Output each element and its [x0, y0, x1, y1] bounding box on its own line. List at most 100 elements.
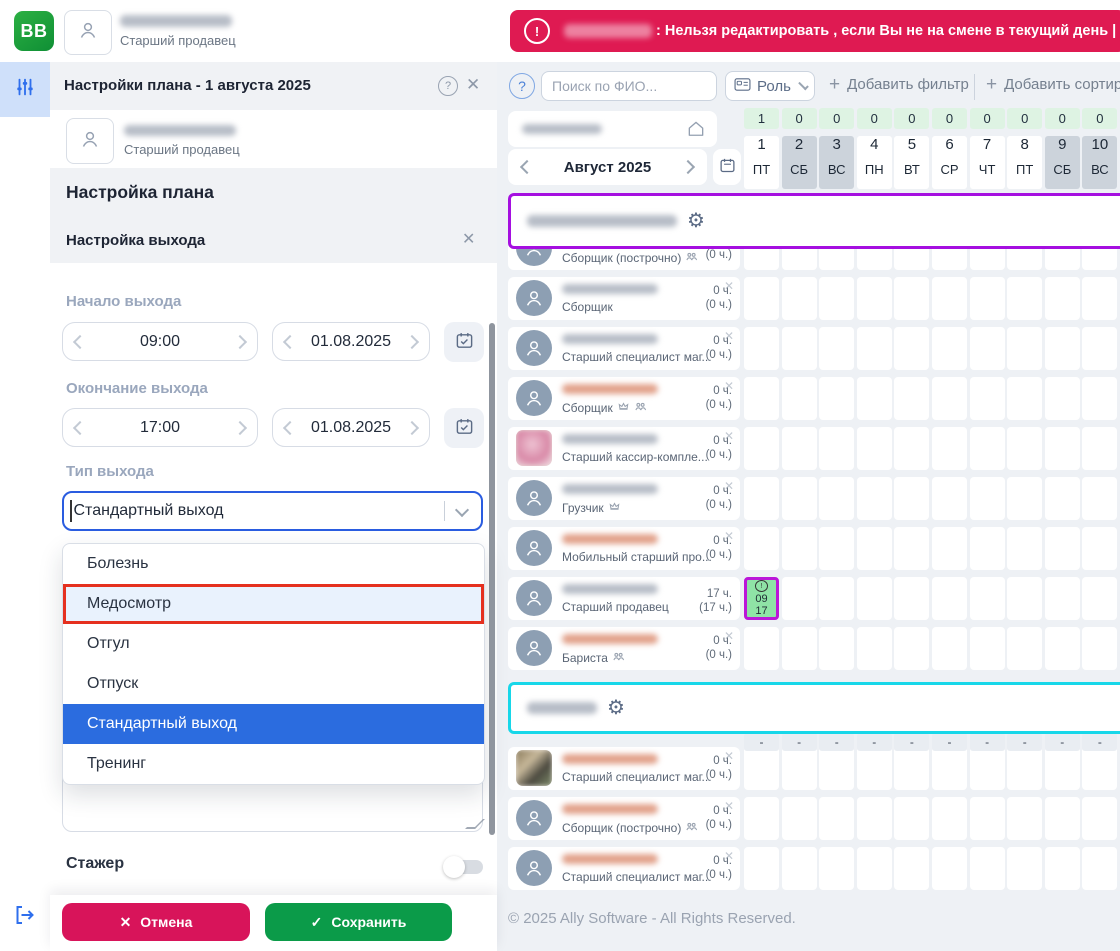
schedule-cell[interactable]: [1007, 747, 1042, 790]
schedule-cell[interactable]: [782, 527, 817, 570]
end-calendar-button[interactable]: [444, 408, 484, 448]
close-shift-section-icon[interactable]: ✕: [462, 229, 475, 249]
schedule-cell[interactable]: [857, 327, 892, 370]
schedule-cell[interactable]: [782, 427, 817, 470]
schedule-cell[interactable]: [744, 327, 779, 370]
schedule-cell[interactable]: [932, 427, 967, 470]
schedule-cell[interactable]: [970, 847, 1005, 890]
schedule-cell[interactable]: [819, 277, 854, 320]
schedule-cell[interactable]: [744, 427, 779, 470]
schedule-cell[interactable]: [970, 277, 1005, 320]
schedule-cell[interactable]: [970, 747, 1005, 790]
schedule-cell[interactable]: [970, 527, 1005, 570]
panel-scrollbar[interactable]: [489, 323, 495, 835]
gear-icon[interactable]: ⚙: [687, 211, 705, 231]
schedule-cell[interactable]: [782, 477, 817, 520]
employee-row[interactable]: Сборщик ✕ 0 ч. (0 ч.): [508, 277, 740, 320]
schedule-cell[interactable]: [1007, 427, 1042, 470]
month-navigator[interactable]: Август 2025: [508, 149, 707, 185]
end-time-value[interactable]: 17:00: [140, 419, 180, 437]
dropdown-item[interactable]: Медосмотр: [63, 584, 484, 624]
month-calendar-button[interactable]: [713, 149, 741, 185]
schedule-cell[interactable]: [857, 377, 892, 420]
schedule-cell[interactable]: [782, 327, 817, 370]
schedule-cell[interactable]: [857, 577, 892, 620]
schedule-cell[interactable]: [1045, 277, 1080, 320]
employee-row[interactable]: Сборщик (построчно) ✕ 0 ч. (0 ч.): [508, 797, 740, 840]
schedule-cell[interactable]: [819, 427, 854, 470]
home-icon[interactable]: [686, 119, 706, 144]
dropdown-item[interactable]: Отпуск: [63, 664, 484, 704]
start-date-stepper[interactable]: 01.08.2025: [272, 322, 430, 361]
schedule-cell[interactable]: [894, 627, 929, 670]
close-icon[interactable]: ✕: [466, 75, 480, 95]
employee-row[interactable]: Старший кассир-компле... ✕ 0 ч. (0 ч.): [508, 427, 740, 470]
schedule-cell[interactable]: [782, 847, 817, 890]
schedule-cell[interactable]: [1045, 797, 1080, 840]
schedule-cell[interactable]: [1007, 477, 1042, 520]
schedule-cell[interactable]: [1082, 377, 1117, 420]
start-time-value[interactable]: 09:00: [140, 333, 180, 351]
schedule-cell[interactable]: [857, 627, 892, 670]
schedule-cell[interactable]: [1045, 747, 1080, 790]
schedule-cell[interactable]: [932, 747, 967, 790]
shift-type-select[interactable]: Стандартный выход: [62, 491, 483, 531]
schedule-cell[interactable]: [1007, 577, 1042, 620]
schedule-cell[interactable]: [1045, 327, 1080, 370]
dropdown-item[interactable]: Болезнь: [63, 544, 484, 584]
chevron-right-icon[interactable]: [233, 420, 247, 434]
add-sort-button[interactable]: + Добавить сортировку: [986, 76, 1120, 93]
schedule-cell[interactable]: [894, 327, 929, 370]
cancel-button[interactable]: ✕ Отмена: [62, 903, 250, 941]
schedule-cell[interactable]: [932, 627, 967, 670]
schedule-cell[interactable]: [744, 627, 779, 670]
schedule-cell[interactable]: [1007, 847, 1042, 890]
employee-row[interactable]: Мобильный старший про... ✕ 0 ч. (0 ч.): [508, 527, 740, 570]
schedule-cell[interactable]: [857, 847, 892, 890]
gear-icon[interactable]: ⚙: [607, 698, 625, 718]
schedule-cell[interactable]: [894, 427, 929, 470]
schedule-cell[interactable]: [857, 477, 892, 520]
schedule-cell[interactable]: [857, 797, 892, 840]
schedule-cell[interactable]: [1007, 797, 1042, 840]
question-icon[interactable]: ?: [509, 73, 535, 99]
schedule-cell[interactable]: [970, 577, 1005, 620]
search-input[interactable]: [541, 71, 717, 101]
chevron-down-icon[interactable]: [455, 502, 469, 516]
schedule-cell[interactable]: [894, 477, 929, 520]
schedule-cell[interactable]: [1082, 327, 1117, 370]
schedule-cell[interactable]: [970, 377, 1005, 420]
chevron-left-icon[interactable]: [283, 334, 297, 348]
schedule-cell[interactable]: [819, 327, 854, 370]
schedule-cell[interactable]: [819, 527, 854, 570]
employee-row[interactable]: Сборщик ✕ 0 ч. (0 ч.): [508, 377, 740, 420]
schedule-cell[interactable]: [1007, 377, 1042, 420]
add-filter-button[interactable]: + Добавить фильтр: [829, 76, 969, 93]
start-date-value[interactable]: 01.08.2025: [311, 333, 391, 351]
schedule-cell[interactable]: [1082, 477, 1117, 520]
schedule-cell[interactable]: [1045, 477, 1080, 520]
schedule-cell[interactable]: [857, 277, 892, 320]
schedule-cell[interactable]: [970, 797, 1005, 840]
schedule-cell[interactable]: [819, 847, 854, 890]
schedule-cell[interactable]: [857, 427, 892, 470]
schedule-cell[interactable]: [744, 477, 779, 520]
save-button[interactable]: ✓ Сохранить: [265, 903, 452, 941]
end-date-stepper[interactable]: 01.08.2025: [272, 408, 430, 447]
chevron-left-icon[interactable]: [73, 334, 87, 348]
schedule-cell[interactable]: [744, 847, 779, 890]
trainee-toggle[interactable]: [445, 860, 483, 874]
schedule-cell[interactable]: [1045, 847, 1080, 890]
schedule-cell[interactable]: [819, 627, 854, 670]
schedule-cell[interactable]: [1045, 577, 1080, 620]
schedule-cell[interactable]: [744, 277, 779, 320]
schedule-cell[interactable]: [894, 527, 929, 570]
schedule-cell[interactable]: [782, 627, 817, 670]
schedule-cell[interactable]: [819, 377, 854, 420]
schedule-cell[interactable]: [744, 797, 779, 840]
schedule-cell[interactable]: [1082, 277, 1117, 320]
schedule-cell[interactable]: [1045, 627, 1080, 670]
schedule-cell[interactable]: [744, 527, 779, 570]
schedule-cell[interactable]: [782, 747, 817, 790]
schedule-cell[interactable]: [932, 277, 967, 320]
